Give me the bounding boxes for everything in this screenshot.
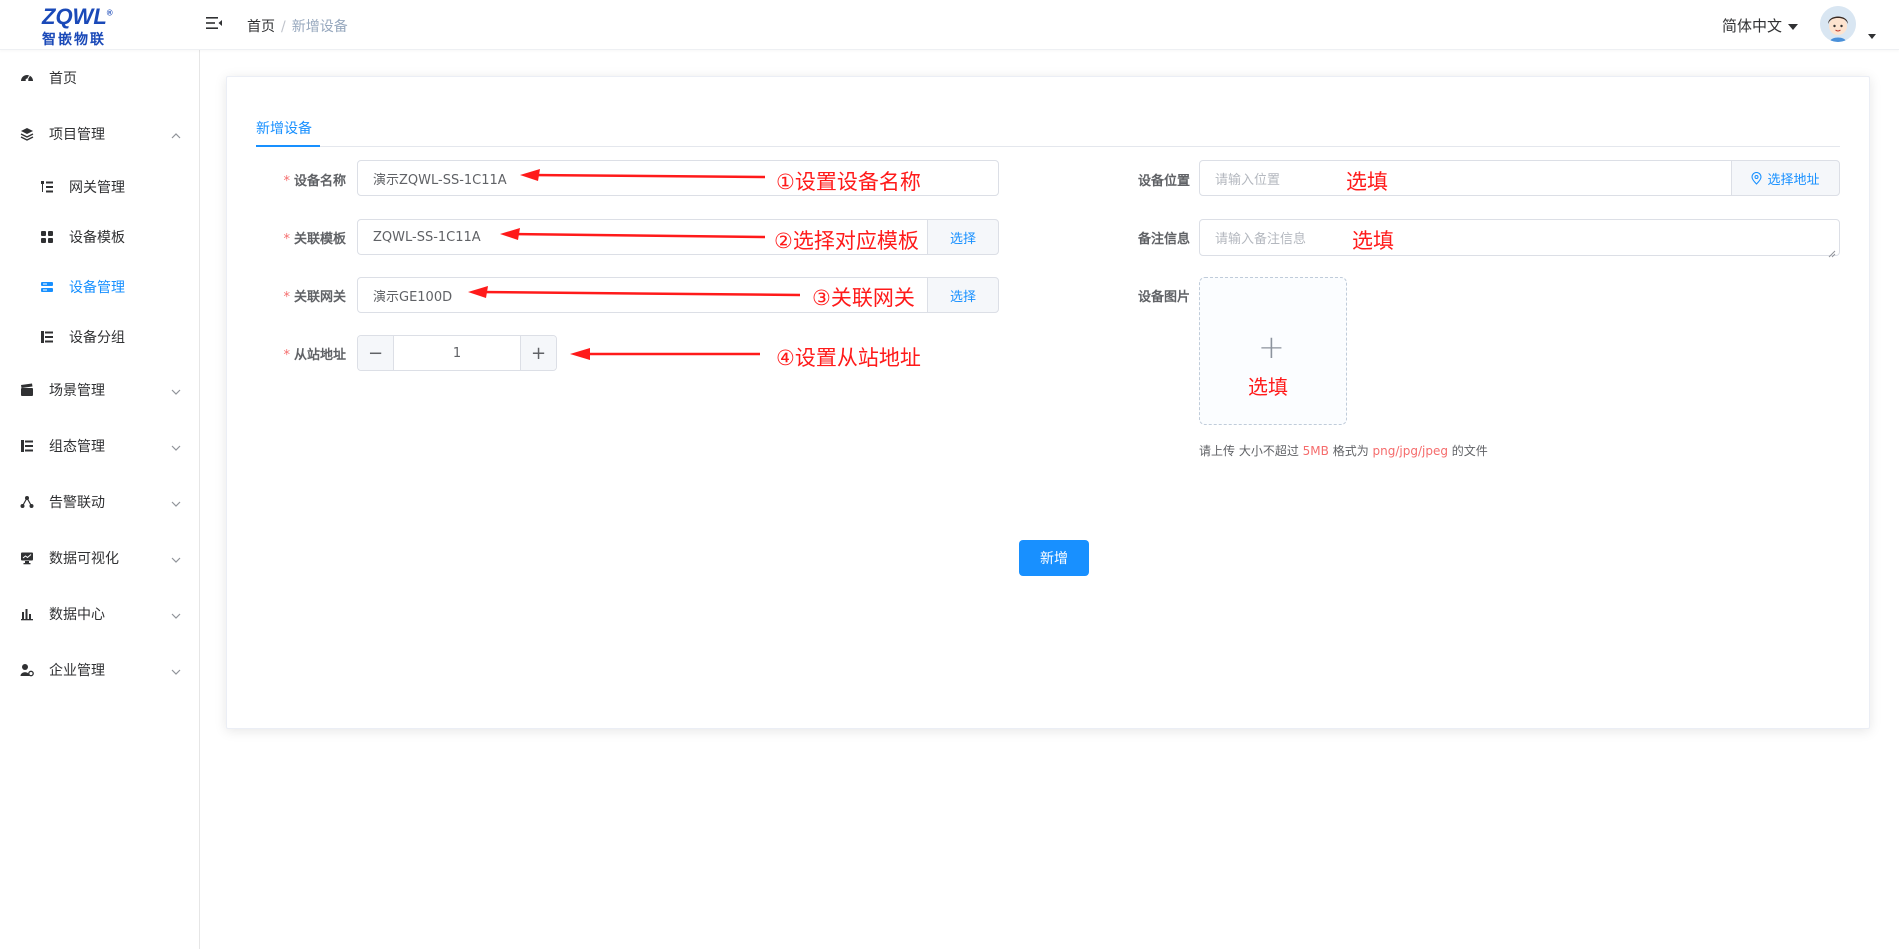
upload-tip: 请上传 大小不超过 5MB 格式为 png/jpg/jpeg 的文件 [1199, 444, 1488, 458]
sidebar-item-gateway-management[interactable]: 网关管理 [0, 167, 200, 207]
annotation-remark-optional: 选填 [1352, 229, 1394, 253]
optional-annotation: 选填 [1248, 375, 1288, 399]
sidebar-item-home[interactable]: 首页 [0, 58, 200, 98]
tab-active-indicator [256, 145, 320, 147]
brand-logo[interactable]: ZQWL® 智嵌物联 [38, 4, 126, 48]
clapper-icon [20, 383, 34, 397]
tab-add-device[interactable]: 新增设备 [256, 118, 312, 138]
device-image-label: 设备图片 [1137, 290, 1190, 305]
sidebar: 首页 项目管理 网关管理 设备模板 设备管理 设备分组 场景管理 组态管理 告警… [0, 50, 200, 949]
breadcrumb-current: 新增设备 [291, 19, 348, 35]
tree-list-icon [40, 180, 54, 194]
tree-list-icon [20, 439, 34, 453]
tab-divider [256, 146, 1840, 147]
chevron-down-icon [171, 665, 181, 675]
group-list-icon [40, 330, 54, 344]
sidebar-item-label: 数据中心 [49, 607, 105, 623]
chevron-down-icon [171, 553, 181, 563]
select-template-button[interactable]: 选择 [927, 219, 999, 255]
select-address-button[interactable]: 选择地址 [1731, 160, 1840, 196]
gateway-label: * 关联网关 [283, 290, 346, 305]
location-label: 设备位置 [1137, 174, 1190, 189]
template-label: * 关联模板 [283, 232, 346, 247]
sidebar-item-label: 项目管理 [49, 127, 105, 143]
user-settings-icon [20, 663, 34, 677]
slave-address-value[interactable]: 1 [394, 336, 520, 370]
annotation-step1: ①设置设备名称 [776, 170, 921, 194]
breadcrumb: 首页 / 新增设备 [247, 16, 348, 36]
select-gateway-button[interactable]: 选择 [927, 277, 999, 313]
annotation-step2: ②选择对应模板 [774, 229, 919, 253]
sidebar-item-alarm-linkage[interactable]: 告警联动 [0, 482, 200, 522]
increment-button[interactable]: + [520, 336, 556, 370]
chevron-up-icon [171, 129, 181, 139]
breadcrumb-home[interactable]: 首页 [247, 19, 275, 35]
share-icon [20, 495, 34, 509]
caret-down-icon [1788, 23, 1799, 30]
sidebar-item-label: 企业管理 [49, 663, 105, 679]
sidebar-item-label: 场景管理 [49, 383, 105, 399]
sidebar-item-label: 设备模板 [69, 230, 125, 246]
decrement-button[interactable]: − [358, 336, 394, 370]
top-header: ZQWL® 智嵌物联 首页 / 新增设备 简体中文 [0, 0, 1899, 50]
monitor-icon [20, 551, 34, 565]
sidebar-item-label: 告警联动 [49, 495, 105, 511]
sidebar-item-data-center[interactable]: 数据中心 [0, 594, 200, 634]
dashboard-icon [20, 71, 34, 85]
slave-address-label: * 从站地址 [283, 348, 346, 363]
sidebar-item-enterprise-management[interactable]: 企业管理 [0, 650, 200, 690]
location-input[interactable]: 请输入位置 [1199, 160, 1733, 196]
sidebar-item-label: 组态管理 [49, 439, 105, 455]
remark-label: 备注信息 [1137, 232, 1190, 247]
image-upload-box[interactable]: + 选填 [1199, 277, 1347, 425]
sidebar-item-data-visualization[interactable]: 数据可视化 [0, 538, 200, 578]
language-select[interactable]: 简体中文 [1722, 15, 1799, 36]
sidebar-item-scene-management[interactable]: 场景管理 [0, 370, 200, 410]
avatar-caret-icon[interactable] [1868, 34, 1876, 39]
chevron-down-icon [171, 441, 181, 451]
chevron-down-icon [171, 497, 181, 507]
remark-textarea[interactable]: 请输入备注信息 [1199, 219, 1840, 256]
sidebar-item-device-template[interactable]: 设备模板 [0, 217, 200, 257]
annotation-step4: ④设置从站地址 [776, 346, 921, 370]
registered-mark: ® [106, 8, 113, 18]
language-label: 简体中文 [1722, 17, 1783, 35]
sidebar-item-device-group[interactable]: 设备分组 [0, 317, 200, 357]
sidebar-item-label: 数据可视化 [49, 551, 119, 567]
logo-text: ZQWL® [42, 4, 113, 29]
server-icon [40, 280, 54, 294]
slave-address-stepper[interactable]: − 1 + [357, 335, 557, 371]
menu-collapse-icon[interactable] [205, 14, 223, 32]
chevron-down-icon [171, 385, 181, 395]
plus-icon: + [1258, 328, 1285, 366]
grid-icon [40, 230, 54, 244]
sidebar-item-configuration-management[interactable]: 组态管理 [0, 426, 200, 466]
sidebar-item-project-management[interactable]: 项目管理 [0, 114, 200, 154]
user-avatar[interactable] [1820, 6, 1856, 42]
breadcrumb-separator: / [281, 19, 286, 35]
submit-add-button[interactable]: 新增 [1019, 540, 1089, 576]
sidebar-item-label: 首页 [49, 71, 77, 87]
resize-handle-icon[interactable] [1826, 243, 1836, 258]
chevron-down-icon [171, 609, 181, 619]
logo-subtext: 智嵌物联 [42, 32, 106, 48]
layers-icon [20, 127, 34, 141]
sidebar-item-label: 设备管理 [69, 280, 125, 296]
location-pin-icon [1751, 171, 1763, 185]
sidebar-item-device-management[interactable]: 设备管理 [0, 267, 200, 307]
device-name-label: * 设备名称 [283, 174, 346, 189]
select-address-label: 选择地址 [1767, 172, 1820, 188]
bar-chart-icon [20, 607, 34, 621]
sidebar-item-label: 网关管理 [69, 180, 125, 196]
annotation-step3: ③关联网关 [812, 286, 915, 310]
annotation-location-optional: 选填 [1346, 170, 1388, 194]
sidebar-item-label: 设备分组 [69, 330, 125, 346]
